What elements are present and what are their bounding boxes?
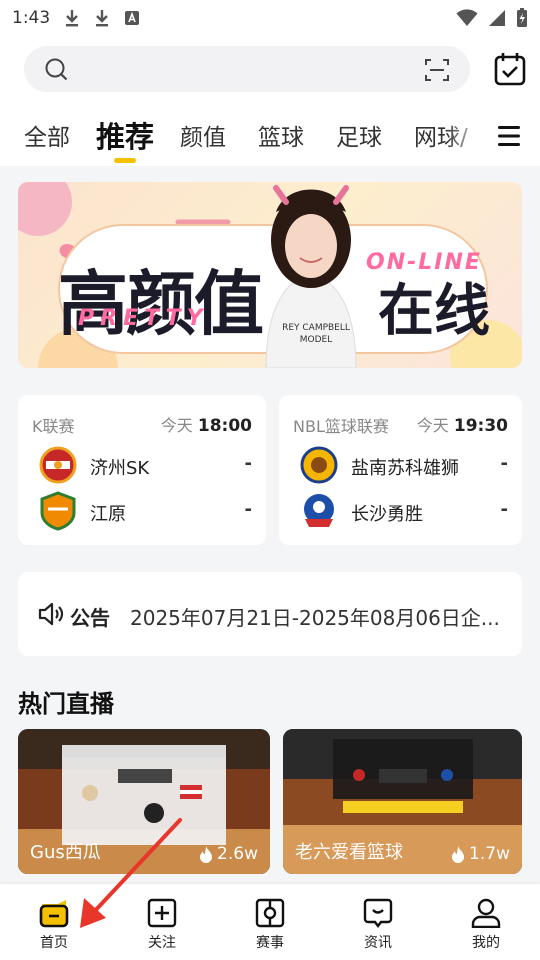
match-league: NBL篮球联赛 [293,417,389,436]
banner-shirt-text: REY CAMPBELL MODEL [282,323,350,345]
team-logo-icon [304,494,334,527]
active-tab-indicator [114,158,136,163]
announcement-label: 公告 [70,606,110,630]
stream-views: 2.6w [199,844,258,864]
download-icon [66,10,79,27]
nav-profile[interactable]: 我的 [456,898,516,952]
nav-home[interactable]: 首页 [24,898,84,952]
banner-subtitle: PRETTY [78,306,209,331]
tab-basketball[interactable]: 篮球 [258,118,304,152]
team-row: 济州SK - [18,445,266,485]
team-score: - [244,499,252,520]
banner-title-secondary: 在线 [378,279,490,344]
team-name: 济州SK [90,458,150,479]
scan-icon[interactable] [424,57,450,83]
wifi-icon [456,9,478,26]
stream-views: 1.7w [451,844,510,864]
speaker-icon [38,602,64,626]
search-bar[interactable] [24,46,470,92]
fire-icon [200,845,213,863]
search-icon [45,58,68,81]
announcement-bar[interactable]: 公告 2025年07月21日-2025年08月06日企... [18,572,522,656]
tab-recommended[interactable]: 推荐 [96,114,154,156]
team-logo-icon [39,446,77,484]
matches-icon [255,898,285,928]
nav-follow[interactable]: 关注 [132,898,192,952]
fire-icon [452,845,465,863]
team-row: 盐南苏科雄狮 - [279,445,522,485]
tab-all[interactable]: 全部 [24,118,70,152]
promo-banner[interactable]: 高颜值 PRETTY ON-LINE 在线 REY CAMPBELL MODEL [18,182,522,368]
tab-football[interactable]: 足球 [336,118,382,152]
category-tabs: 全部 推荐 颜值 篮球 足球 网球/ [0,114,540,164]
tab-looks[interactable]: 颜值 [180,118,226,152]
follow-icon [147,898,177,928]
app-notification-icon [125,11,140,25]
team-score: - [500,453,508,474]
banner-title: 高颜值 [58,263,264,345]
match-card[interactable]: K联赛 今天 18:00 济州SK - 江原 - [18,395,266,545]
menu-icon[interactable] [498,124,520,148]
home-icon [39,900,69,928]
team-logo-icon [300,446,338,484]
section-title-hot-live: 热门直播 [18,690,114,718]
signal-icon [489,10,505,26]
team-score: - [244,453,252,474]
announcement-text: 2025年07月21日-2025年08月06日企... [130,606,500,630]
team-score: - [500,499,508,520]
download-icon-2 [96,10,109,27]
team-row: 江原 - [18,491,266,531]
team-name: 长沙勇胜 [351,504,423,525]
team-name: 盐南苏科雄狮 [351,458,459,479]
streamer-name: Gus西瓜 [30,842,101,863]
live-stream-card[interactable]: 老六爱看篮球 1.7w [283,729,522,874]
top-header: 全部 推荐 颜值 篮球 足球 网球/ [0,36,540,166]
nav-matches[interactable]: 赛事 [240,898,300,952]
profile-icon [471,898,501,928]
news-icon [363,898,393,928]
battery-icon [517,8,527,27]
calendar-check-icon[interactable] [494,52,526,86]
bottom-nav: 首页 关注 赛事 资讯 我的 [0,884,540,960]
team-name: 江原 [90,504,126,525]
status-time: 1:43 [12,8,51,28]
tab-fade [446,114,486,160]
nav-news[interactable]: 资讯 [348,898,408,952]
team-logo-icon [40,491,76,531]
team-row: 长沙勇胜 - [279,491,522,531]
live-stream-card[interactable]: Gus西瓜 2.6w [18,729,270,874]
status-bar: 1:43 [0,0,540,36]
streamer-name: 老六爱看篮球 [295,842,403,863]
match-league: K联赛 [32,417,75,436]
match-time: 今天 19:30 [416,416,508,436]
search-input[interactable] [80,54,380,84]
match-time: 今天 18:00 [160,416,252,436]
match-card[interactable]: NBL篮球联赛 今天 19:30 盐南苏科雄狮 - 长沙勇胜 - [279,395,522,545]
